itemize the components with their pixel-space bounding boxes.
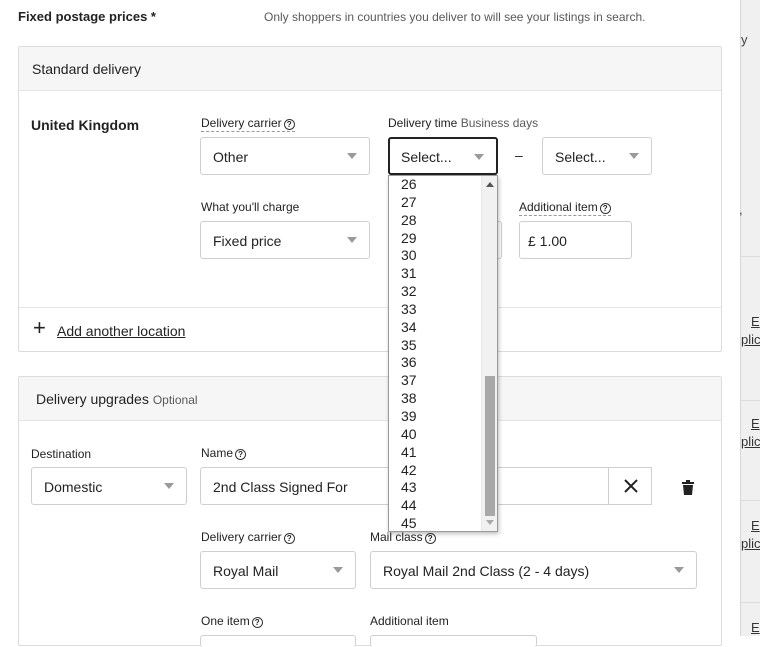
- delivery-time-from-select[interactable]: Select...: [388, 137, 498, 175]
- help-icon[interactable]: ?: [235, 449, 247, 460]
- upgrade-additional-input[interactable]: [370, 635, 537, 647]
- delivery-upgrades-card: Delivery upgrades Optional Destination Do…: [18, 376, 722, 647]
- side-panel: y , E plic E plic E plic E: [739, 0, 760, 636]
- help-icon[interactable]: ?: [283, 533, 295, 544]
- destination-select[interactable]: Domestic: [31, 467, 187, 505]
- time-to-value: Select...: [555, 149, 606, 165]
- charge-label: What you'll charge: [201, 200, 300, 214]
- help-icon[interactable]: ?: [599, 203, 611, 214]
- carrier-value: Other: [213, 149, 249, 165]
- carrier-label: Delivery carrier?: [201, 116, 295, 132]
- standard-delivery-card: Standard delivery United Kingdom Deliver…: [18, 46, 722, 352]
- side-divider: [741, 602, 760, 603]
- range-dash: –: [515, 147, 523, 163]
- help-icon[interactable]: ?: [424, 533, 436, 544]
- chevron-down-icon: [674, 567, 684, 573]
- card-title: Delivery upgrades: [36, 391, 149, 407]
- side-link[interactable]: E: [751, 518, 760, 533]
- dropdown-scrollbar[interactable]: [481, 176, 497, 531]
- scroll-up-icon[interactable]: [486, 182, 494, 187]
- side-divider: [741, 500, 760, 501]
- postage-heading: Fixed postage prices * Only shoppers in …: [18, 9, 718, 29]
- upgrade-carrier-value: Royal Mail: [213, 563, 279, 579]
- side-link[interactable]: E: [751, 416, 760, 431]
- side-link[interactable]: plic: [741, 332, 760, 347]
- trash-icon[interactable]: [681, 480, 695, 496]
- country-name: United Kingdom: [31, 117, 140, 133]
- one-item-input[interactable]: [200, 635, 356, 647]
- charge-select[interactable]: Fixed price: [200, 221, 370, 259]
- side-fragment: ,: [739, 202, 743, 217]
- card-title: Standard delivery: [32, 61, 141, 77]
- close-icon: [624, 479, 638, 493]
- upgrade-name-value: 2nd Class Signed For: [213, 479, 348, 495]
- add-location-row[interactable]: + Add another location: [19, 307, 721, 351]
- side-link[interactable]: E: [751, 620, 760, 635]
- upgrade-carrier-label: Delivery carrier?: [201, 530, 295, 544]
- help-icon[interactable]: ?: [283, 119, 295, 130]
- delivery-time-to-select[interactable]: Select...: [542, 137, 652, 175]
- side-link[interactable]: E: [751, 314, 760, 329]
- upgrade-additional-label: Additional item: [370, 614, 449, 628]
- chevron-down-icon: [347, 153, 357, 159]
- add-location-link[interactable]: Add another location: [57, 323, 185, 339]
- delivery-time-label: Delivery time Business days: [388, 116, 539, 130]
- delivery-time-dropdown[interactable]: 26 27 28 29 30 31 32 33 34 35 36 37 38 39 40 41 42 43 44 45: [388, 175, 498, 532]
- delivery-time-sub: Business days: [460, 116, 539, 130]
- mail-class-select[interactable]: Royal Mail 2nd Class (2 - 4 days): [370, 551, 697, 589]
- card-header: Standard delivery: [19, 47, 721, 91]
- section-title: Fixed postage prices *: [18, 9, 156, 24]
- card-header: Delivery upgrades Optional: [19, 377, 721, 421]
- chevron-down-icon: [164, 483, 174, 489]
- side-link[interactable]: plic: [741, 434, 760, 449]
- additional-item-label: Additional item?: [519, 200, 611, 216]
- additional-item-value: £ 1.00: [528, 233, 567, 249]
- plus-icon: +: [33, 315, 46, 340]
- scroll-thumb[interactable]: [485, 376, 495, 516]
- scroll-down-icon[interactable]: [486, 520, 494, 525]
- name-label: Name?: [201, 446, 247, 460]
- side-divider: [741, 256, 760, 257]
- optional-tag: Optional: [152, 393, 198, 407]
- destination-value: Domestic: [44, 479, 103, 495]
- chevron-down-icon: [333, 567, 343, 573]
- additional-item-input[interactable]: £ 1.00: [519, 221, 632, 259]
- side-link[interactable]: plic: [741, 536, 760, 551]
- chevron-down-icon: [629, 153, 639, 159]
- chevron-down-icon: [347, 237, 357, 243]
- carrier-select[interactable]: Other: [200, 137, 370, 175]
- one-item-label: One item?: [201, 614, 263, 628]
- destination-label: Destination: [31, 447, 92, 461]
- help-icon[interactable]: ?: [251, 617, 263, 628]
- section-hint: Only shoppers in countries you deliver t…: [264, 10, 646, 24]
- mail-class-value: Royal Mail 2nd Class (2 - 4 days): [383, 563, 590, 579]
- mail-class-label: Mail class?: [370, 530, 436, 544]
- time-from-value: Select...: [401, 149, 452, 165]
- side-divider: [741, 400, 760, 401]
- charge-value: Fixed price: [213, 233, 282, 249]
- clear-name-button[interactable]: [608, 467, 652, 505]
- chevron-down-icon: [474, 154, 484, 160]
- upgrade-carrier-select[interactable]: Royal Mail: [200, 551, 356, 589]
- side-fragment: y: [741, 32, 748, 47]
